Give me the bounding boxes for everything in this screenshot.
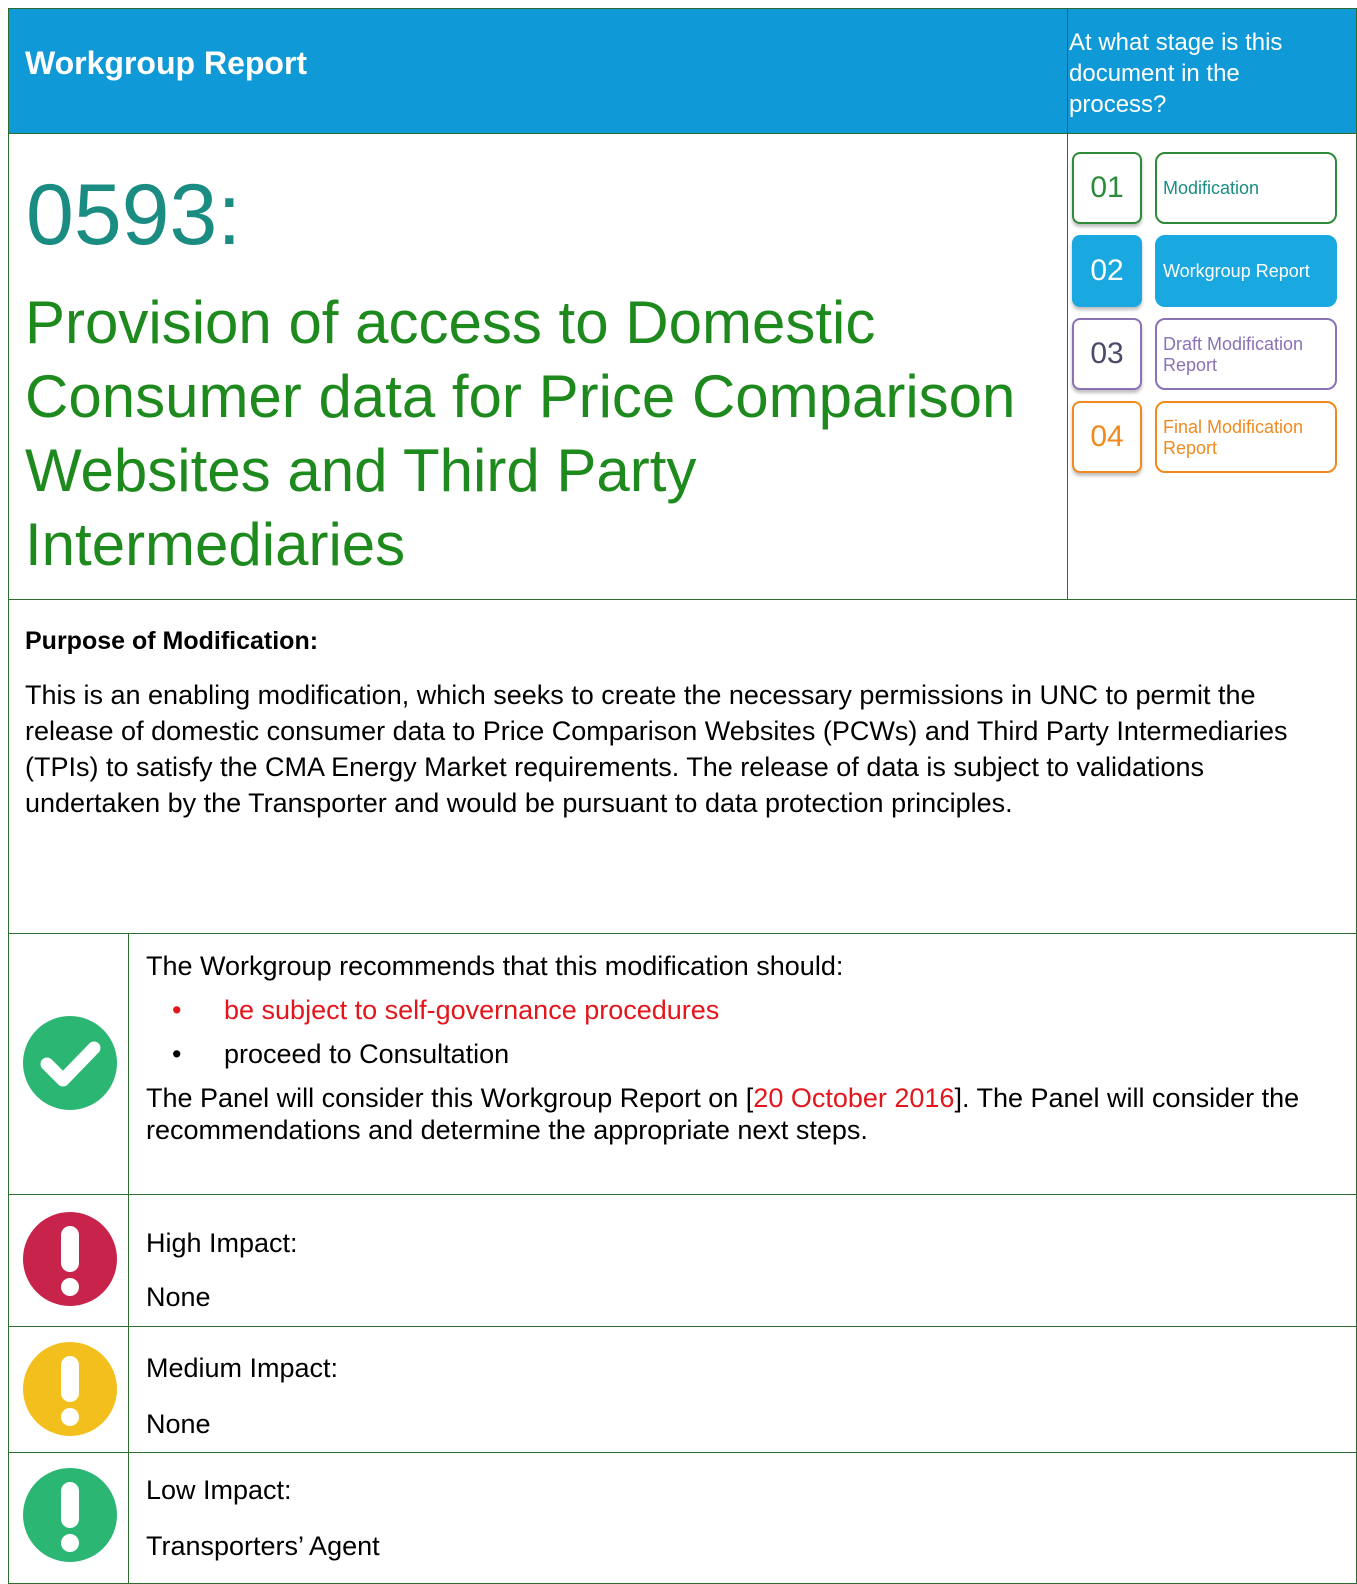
impact-value: None — [146, 1409, 211, 1439]
document-cover-page: Workgroup Report At what stage is this d… — [0, 0, 1357, 1584]
stage-label: Draft Modification Report — [1155, 318, 1337, 390]
row-divider — [128, 1194, 129, 1326]
list-item: • be subject to self-governance procedure… — [172, 995, 720, 1025]
stage-label: Modification — [1155, 152, 1337, 224]
stage-number: 01 — [1072, 152, 1142, 224]
medium-impact-row: Medium Impact: None — [8, 1326, 1357, 1453]
stage-number: 04 — [1072, 401, 1142, 473]
check-circle-icon — [23, 1016, 117, 1110]
low-impact-row: Low Impact: Transporters’ Agent — [8, 1452, 1357, 1584]
recommendation-intro: The Workgroup recommends that this modif… — [146, 951, 844, 981]
exclamation-icon — [23, 1342, 117, 1436]
bullet-text: proceed to Consultation — [224, 1039, 510, 1069]
exclamation-icon — [23, 1212, 117, 1306]
list-item: • proceed to Consultation — [172, 1039, 510, 1069]
recommendation-content: The Workgroup recommends that this modif… — [146, 950, 1336, 1146]
header-divider — [1067, 9, 1068, 135]
bullet-text: be subject to self-governance procedures — [224, 995, 720, 1025]
impact-label: High Impact: — [146, 1228, 298, 1258]
panel-statement: The Panel will consider this Workgroup R… — [146, 1083, 1300, 1145]
impact-label: Medium Impact: — [146, 1353, 339, 1383]
high-impact-row: High Impact: None — [8, 1194, 1357, 1327]
impact-content: High Impact: None — [146, 1216, 1336, 1324]
impact-label: Low Impact: — [146, 1475, 292, 1505]
purpose-section: Purpose of Modification: This is an enab… — [8, 599, 1357, 934]
row-divider — [128, 1326, 129, 1452]
stage-label: Workgroup Report — [1155, 235, 1337, 307]
title-divider — [1067, 133, 1068, 599]
row-divider — [128, 933, 129, 1194]
stage-number: 02 — [1072, 235, 1142, 307]
row-divider — [128, 1452, 129, 1583]
purpose-heading: Purpose of Modification: — [25, 627, 319, 655]
report-header-band: Workgroup Report At what stage is this d… — [8, 8, 1357, 135]
report-type-title: Workgroup Report — [25, 45, 308, 81]
purpose-text: This is an enabling modification, which … — [25, 680, 1288, 818]
stage-number: 03 — [1072, 318, 1142, 390]
stage-label: Final Modification Report — [1155, 401, 1337, 473]
stage-question: At what stage is this document in the pr… — [1069, 29, 1283, 118]
impact-content: Low Impact: Transporters’ Agent — [146, 1462, 1336, 1574]
title-section: 0593: Provision of access to Domestic Co… — [8, 133, 1357, 600]
impact-value: None — [146, 1282, 211, 1312]
impact-content: Medium Impact: None — [146, 1340, 1336, 1452]
exclamation-icon — [23, 1468, 117, 1562]
impact-value: Transporters’ Agent — [146, 1531, 380, 1561]
recommendation-list: • be subject to self-governance procedure… — [146, 994, 1336, 1070]
recommendation-row: The Workgroup recommends that this modif… — [8, 933, 1357, 1195]
modification-number: 0593: — [26, 167, 242, 263]
modification-title: Provision of access to Domestic Consumer… — [25, 289, 1016, 578]
panel-date: 20 October 2016 — [753, 1083, 955, 1113]
